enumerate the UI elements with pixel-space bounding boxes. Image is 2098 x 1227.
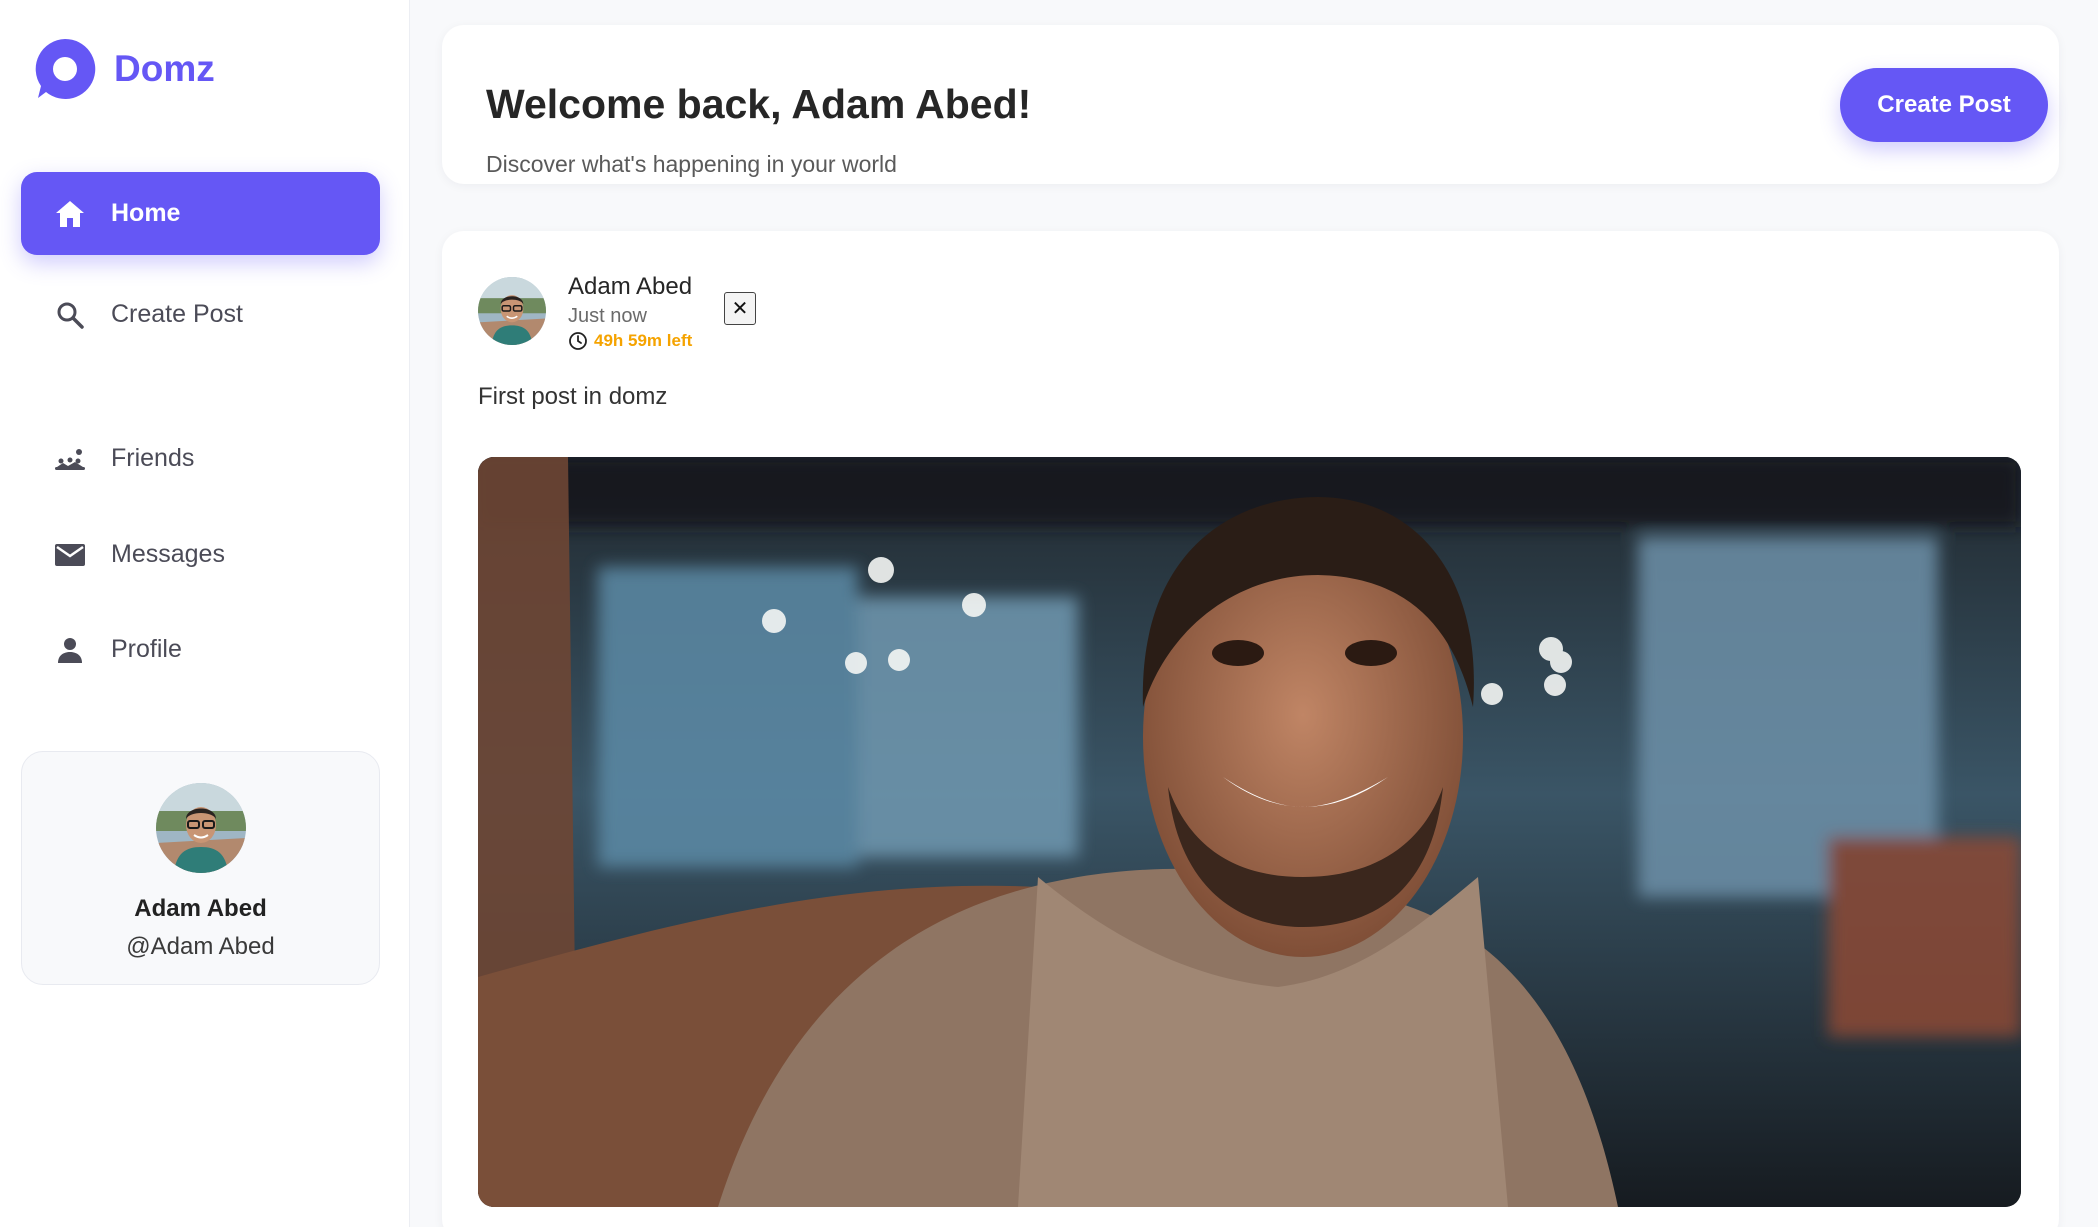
sidebar-item-profile[interactable]: Profile (21, 608, 380, 691)
brand-logo[interactable]: Domz (32, 36, 215, 102)
sidebar-item-label: Create Post (111, 300, 244, 328)
post-author[interactable]: Adam Abed (568, 273, 692, 301)
sidebar-item-messages[interactable]: Messages (21, 513, 380, 596)
create-post-button[interactable]: Create Post (1840, 68, 2048, 142)
post-card: Adam Abed Just now 49h 59m left ✕ First … (442, 231, 2059, 1227)
post-expiry-text: 49h 59m left (594, 331, 693, 350)
user-handle: @Adam Abed (126, 933, 275, 960)
sidebar-item-friends[interactable]: Friends (21, 417, 380, 500)
app-shell: Domz Home Create Post Friends Messages P… (0, 0, 2098, 1227)
sidebar-item-label: Home (111, 199, 181, 227)
avatar[interactable] (478, 277, 546, 345)
page-subtitle: Discover what's happening in your world (486, 151, 897, 177)
page-title: Welcome back, Adam Abed! (486, 81, 1032, 127)
sidebar-item-create-post[interactable]: Create Post (21, 273, 380, 356)
post-expiry: 49h 59m left (568, 331, 692, 351)
close-post-button[interactable]: ✕ (724, 292, 756, 325)
post-image[interactable] (478, 457, 2021, 1207)
friends-icon (53, 442, 87, 476)
sidebar-item-home[interactable]: Home (21, 172, 380, 255)
post-timestamp: Just now (568, 305, 647, 327)
mail-icon (53, 538, 87, 572)
home-icon (53, 197, 87, 231)
person-icon (53, 633, 87, 667)
sidebar-item-label: Messages (111, 540, 225, 568)
main-content: Welcome back, Adam Abed! Discover what's… (410, 0, 2098, 1227)
selfie-photo (478, 457, 2021, 1207)
avatar[interactable] (155, 783, 246, 873)
sidebar: Domz Home Create Post Friends Messages P… (0, 0, 410, 1227)
user-name: Adam Abed (134, 895, 267, 922)
sidebar-item-label: Friends (111, 444, 195, 472)
user-profile-card[interactable]: Adam Abed @Adam Abed (21, 751, 380, 985)
chat-bubble-logo-icon (35, 38, 96, 99)
welcome-banner: Welcome back, Adam Abed! Discover what's… (442, 25, 2059, 184)
sidebar-item-label: Profile (111, 635, 182, 663)
clock-icon (569, 332, 587, 350)
search-icon (53, 298, 87, 332)
post-text: First post in domz (478, 383, 668, 410)
brand-name: Domz (114, 48, 215, 89)
